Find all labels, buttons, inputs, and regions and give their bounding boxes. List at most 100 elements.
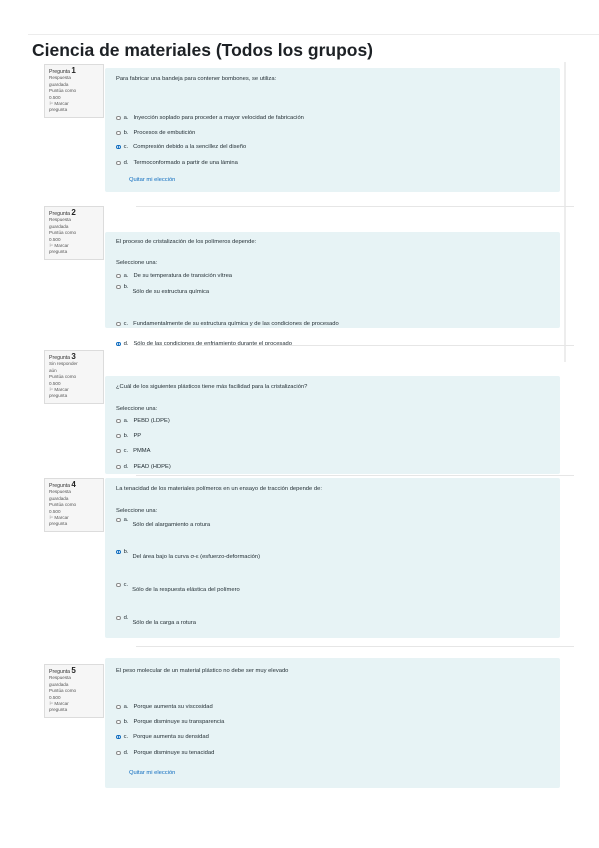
flag-label-2[interactable]: pregunta [49, 249, 99, 255]
radio-selected-icon[interactable] [116, 144, 121, 150]
radio-icon[interactable] [116, 433, 121, 439]
answer-option-c[interactable]: c. Sólo de la respuesta elástica del polí… [116, 582, 240, 593]
option-text: Porque disminuye su tenacidad [133, 750, 215, 756]
answer-option-d[interactable]: d. Sólo de las condiciones de enfriamient… [116, 341, 292, 347]
option-letter: a. [123, 115, 129, 121]
answer-option-d[interactable]: d. Porque disminuye su tenacidad [116, 750, 214, 756]
question-separator [136, 475, 574, 476]
answer-option-c[interactable]: c. PMMA [116, 448, 151, 454]
option-text: Procesos de embutición [133, 130, 196, 136]
radio-icon[interactable] [116, 130, 121, 136]
question-text: El proceso de cristalización de los polí… [116, 239, 257, 245]
radio-icon[interactable] [116, 615, 121, 621]
clear-choice-link[interactable]: Quitar mi elección [129, 770, 175, 776]
page-title: Ciencia de materiales (Todos los grupos) [32, 40, 374, 60]
radio-icon[interactable] [116, 418, 121, 424]
flag-label-2[interactable]: pregunta [49, 107, 99, 113]
clear-choice-link[interactable]: Quitar mi elección [129, 177, 175, 183]
answer-option-b[interactable]: b. Procesos de embutición [116, 130, 195, 136]
question-info: Pregunta 2 Respuesta guardada Puntúa como 0.… [44, 206, 104, 260]
question-text: Para fabricar una bandeja para contener … [116, 76, 277, 82]
answer-option-a[interactable]: a. Sólo del alargamiento a rotura [116, 517, 211, 528]
question-label: Pregunta [49, 211, 71, 217]
flag-label[interactable]: Marcar [54, 515, 68, 520]
option-letter: c. [123, 321, 129, 327]
answer-option-d[interactable]: d. PEAD (HDPE) [116, 464, 171, 470]
question-number-value: 3 [71, 352, 76, 361]
question-info: Pregunta 3 Sin responder aún Puntúa como 0.5… [44, 350, 104, 404]
option-letter: d. [123, 750, 129, 756]
answer-option-a[interactable]: a. Porque aumenta su viscosidad [116, 704, 213, 710]
radio-icon[interactable] [116, 448, 121, 454]
option-text: Porque aumenta su densidad [133, 734, 209, 740]
option-text: Sólo de la carga a rotura [132, 620, 196, 626]
radio-icon[interactable] [116, 284, 121, 290]
answer-option-a[interactable]: a. Inyección soplado para proceder a mayo… [116, 115, 304, 121]
option-text: Sólo del alargamiento a rotura [132, 522, 211, 528]
flag-label[interactable]: Marcar [54, 243, 68, 248]
flag-label[interactable]: Marcar [54, 387, 68, 392]
select-one-prompt: Seleccione una: [116, 260, 158, 266]
radio-selected-icon[interactable] [116, 341, 121, 347]
answer-option-b[interactable]: b. Sólo de su estructura química [116, 284, 210, 295]
flag-label-2[interactable]: pregunta [49, 521, 99, 527]
question-label: Pregunta [49, 669, 71, 675]
question-number: Pregunta 2 [49, 209, 99, 218]
option-letter: b. [123, 130, 129, 136]
answer-option-b[interactable]: b. PP [116, 433, 141, 439]
answer-option-d[interactable]: d. Termoconformado a partir de una lámina [116, 160, 238, 166]
answer-option-c[interactable]: c. Fundamentalmente de su estructura quím… [116, 321, 339, 327]
radio-icon[interactable] [116, 160, 121, 166]
question-content: El proceso de cristalización de los polí… [105, 232, 560, 347]
option-letter: c. [123, 144, 129, 150]
question-text: ¿Cuál de los siguientes plásticos tiene … [116, 384, 308, 390]
flag-label[interactable]: Marcar [54, 701, 68, 706]
radio-icon[interactable] [116, 704, 121, 710]
radio-icon[interactable] [116, 517, 121, 523]
question-content: El peso molecular de un material plástic… [105, 658, 560, 788]
answer-option-b[interactable]: b. Del área bajo la curva σ-ε (esfuerzo-d… [116, 549, 261, 560]
option-text: De su temperatura de transición vítrea [133, 273, 233, 279]
question-separator [136, 345, 574, 346]
question-number-value: 1 [71, 66, 76, 75]
radio-selected-icon[interactable] [116, 549, 121, 555]
option-text: PMMA [133, 448, 151, 454]
option-text: Porque aumenta su viscosidad [133, 704, 213, 710]
radio-icon[interactable] [116, 750, 121, 756]
radio-selected-icon[interactable] [116, 734, 121, 740]
question-content: ¿Cuál de los siguientes plásticos tiene … [105, 376, 560, 474]
radio-icon[interactable] [116, 719, 121, 725]
option-letter: d. [123, 341, 129, 347]
option-letter: d. [123, 615, 129, 621]
question-2: Pregunta 2 Respuesta guardada Puntúa como 0.… [38, 206, 574, 347]
option-letter: a. [123, 273, 129, 279]
option-text: PEBD (LDPE) [133, 418, 170, 424]
option-letter: c. [123, 448, 129, 454]
answer-option-a[interactable]: a. De su temperatura de transición vítrea [116, 273, 232, 279]
flag-label-2[interactable]: pregunta [49, 393, 99, 399]
answer-option-d[interactable]: d. Sólo de la carga a rotura [116, 615, 196, 626]
flag-label-2[interactable]: pregunta [49, 707, 99, 713]
radio-icon[interactable] [116, 321, 121, 327]
option-letter: b. [123, 719, 129, 725]
select-one-prompt: Seleccione una: [116, 406, 158, 412]
option-text: Del área bajo la curva σ-ε (esfuerzo-def… [132, 554, 261, 560]
answer-option-b[interactable]: b. Porque disminuye su transparencia [116, 719, 224, 725]
radio-icon[interactable] [116, 115, 121, 121]
question-number: Pregunta 4 [49, 480, 99, 490]
question-label: Pregunta [49, 355, 71, 361]
radio-icon[interactable] [116, 582, 121, 588]
question-info: Pregunta 4 Respuesta guardada Puntúa como 0.… [44, 478, 104, 532]
option-letter: c. [123, 582, 129, 588]
answer-option-c[interactable]: c. Porque aumenta su densidad [116, 734, 209, 740]
radio-icon[interactable] [116, 273, 121, 279]
question-number-value: 4 [71, 480, 76, 489]
option-letter: d. [123, 464, 129, 470]
answer-option-a[interactable]: a. PEBD (LDPE) [116, 418, 170, 424]
answer-option-c[interactable]: c. Compresión debido a la sencillez del d… [116, 144, 246, 150]
radio-icon[interactable] [116, 464, 121, 470]
flag-label[interactable]: Marcar [54, 101, 68, 106]
option-text: Sólo de su estructura química [132, 289, 210, 295]
question-text: El peso molecular de un material plástic… [116, 668, 289, 674]
select-one-prompt: Seleccione una: [116, 508, 158, 514]
